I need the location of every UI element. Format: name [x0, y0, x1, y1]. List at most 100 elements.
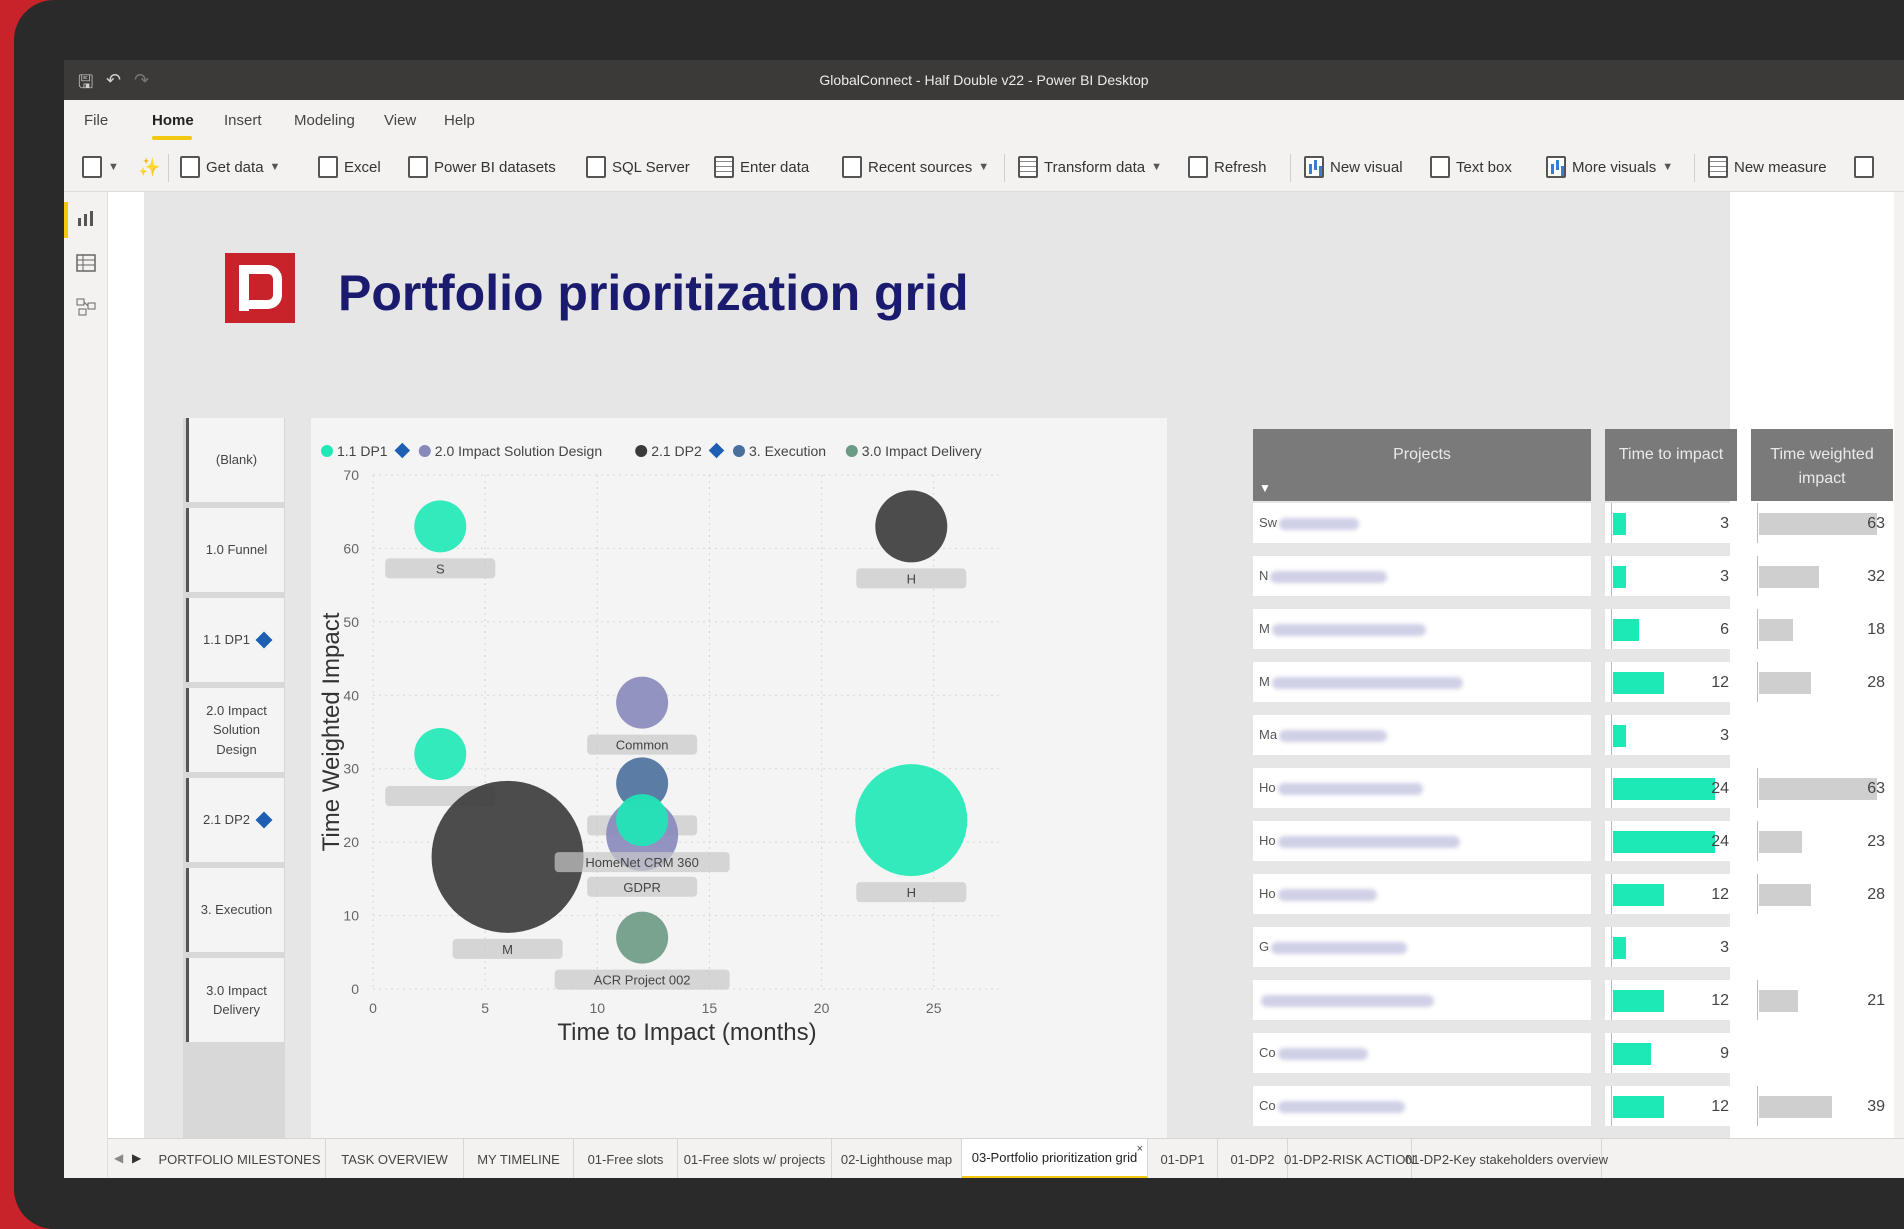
tab-prev-icon[interactable]: ◀ [114, 1151, 123, 1165]
project-cell[interactable]: Ma [1253, 715, 1591, 755]
more-visuals-button[interactable]: More visuals ▼ [1546, 155, 1673, 179]
model-view-icon[interactable] [76, 298, 96, 316]
slicer-item-dp2[interactable]: 2.1 DP2 [186, 778, 284, 862]
filters-pane-edge[interactable] [1894, 192, 1904, 1138]
time-weighted-impact-cell[interactable]: 63 [1751, 768, 1893, 808]
time-weighted-impact-cell[interactable]: 39 [1751, 1086, 1893, 1126]
time-weighted-impact-value: 39 [1867, 1098, 1885, 1115]
menu-file[interactable]: File [84, 112, 108, 129]
time-weighted-impact-cell[interactable]: 28 [1751, 662, 1893, 702]
time-weighted-impact-cell[interactable] [1751, 1033, 1893, 1073]
menu-insert[interactable]: Insert [224, 112, 262, 129]
time-to-impact-cell[interactable]: 24 [1605, 768, 1737, 808]
time-to-impact-cell[interactable]: 3 [1605, 715, 1737, 755]
project-cell[interactable]: N [1253, 556, 1591, 596]
page-tab[interactable]: 01-Free slots [574, 1139, 678, 1178]
slicer-item-blank[interactable]: (Blank) [186, 418, 284, 502]
get-data-button[interactable]: Get data ▼ [180, 155, 280, 179]
report-view-icon[interactable] [76, 210, 96, 228]
project-cell[interactable]: M [1253, 609, 1591, 649]
data-view-icon[interactable] [76, 254, 96, 272]
project-cell[interactable]: Co [1253, 1033, 1591, 1073]
time-weighted-impact-cell[interactable]: 32 [1751, 556, 1893, 596]
bubble-marker[interactable] [616, 911, 669, 964]
slicer-item-impact-delivery[interactable]: 3.0 Impact Delivery [186, 958, 284, 1042]
time-to-impact-cell[interactable]: 12 [1605, 662, 1737, 702]
time-to-impact-cell[interactable]: 3 [1605, 556, 1737, 596]
column-header-projects[interactable]: Projects ▼ [1253, 429, 1591, 501]
page-tab[interactable]: 03-Portfolio prioritization grid × [962, 1139, 1148, 1178]
menu-modeling[interactable]: Modeling [294, 112, 355, 129]
time-to-impact-cell[interactable]: 9 [1605, 1033, 1737, 1073]
project-cell[interactable]: Ho [1253, 768, 1591, 808]
bubble-marker[interactable] [414, 500, 467, 553]
project-cell[interactable]: M [1253, 662, 1591, 702]
transform-data-button[interactable]: Transform data ▼ [1018, 155, 1162, 179]
time-to-impact-cell[interactable]: 3 [1605, 927, 1737, 967]
power-bi-datasets-button[interactable]: Power BI datasets [408, 155, 556, 179]
time-weighted-impact-cell[interactable]: 18 [1751, 609, 1893, 649]
sql-server-button[interactable]: SQL Server [586, 155, 690, 179]
bubble-marker[interactable] [875, 490, 948, 563]
time-to-impact-cell[interactable]: 12 [1605, 1086, 1737, 1126]
time-weighted-impact-cell[interactable]: 23 [1751, 821, 1893, 861]
new-measure-button[interactable]: New measure [1708, 155, 1827, 179]
bubble-marker[interactable] [855, 764, 968, 877]
project-cell[interactable]: Co [1253, 1086, 1591, 1126]
diamond-icon [255, 631, 273, 649]
quick-measure-button[interactable] [1854, 155, 1874, 179]
sort-desc-icon[interactable]: ▼ [1259, 479, 1271, 497]
page-tab[interactable]: TASK OVERVIEW [326, 1139, 464, 1178]
redacted-text [1277, 835, 1460, 848]
time-to-impact-cell[interactable]: 12 [1605, 980, 1737, 1020]
recent-sources-button[interactable]: Recent sources ▼ [842, 155, 989, 179]
time-weighted-impact-cell[interactable] [1751, 715, 1893, 755]
bar-axis [1611, 1086, 1612, 1126]
bubble-marker[interactable] [414, 728, 467, 781]
page-tab[interactable]: 02-Lighthouse map [832, 1139, 962, 1178]
menu-view[interactable]: View [384, 112, 416, 129]
bubble-marker[interactable] [616, 676, 669, 729]
bubble-marker[interactable] [616, 794, 669, 847]
format-painter-button[interactable]: ✨ [138, 155, 160, 179]
page-tab[interactable]: 01-DP2-Key stakeholders overview [1405, 1139, 1608, 1178]
column-header-time-to-impact[interactable]: Time to impact [1605, 429, 1737, 501]
bubble-label: GDPR [623, 880, 661, 895]
time-weighted-impact-cell[interactable] [1751, 927, 1893, 967]
project-cell[interactable]: Sw [1253, 503, 1591, 543]
project-cell[interactable]: G [1253, 927, 1591, 967]
text-box-button[interactable]: Text box [1430, 155, 1512, 179]
prioritization-scatter-chart[interactable]: 1.1 DP1 2.0 Impact Solution Design 2.1 DP2… [311, 418, 1167, 1170]
page-tab[interactable]: 01-DP1 [1148, 1139, 1218, 1178]
page-tab[interactable]: PORTFOLIO MILESTONES [154, 1139, 326, 1178]
project-cell[interactable]: Ho [1253, 874, 1591, 914]
page-tab-label: PORTFOLIO MILESTONES [158, 1151, 321, 1167]
page-tab[interactable]: MY TIMELINE [464, 1139, 574, 1178]
refresh-button[interactable]: Refresh [1188, 155, 1267, 179]
time-to-impact-cell[interactable]: 3 [1605, 503, 1737, 543]
close-tab-icon[interactable]: × [1137, 1143, 1143, 1155]
project-cell[interactable]: Ho [1253, 821, 1591, 861]
column-header-time-weighted-impact[interactable]: Time weighted impact [1751, 429, 1893, 501]
slicer-item-execution[interactable]: 3. Execution [186, 868, 284, 952]
enter-data-button[interactable]: Enter data [714, 155, 809, 179]
tab-next-icon[interactable]: ▶ [132, 1151, 141, 1165]
time-to-impact-cell[interactable]: 24 [1605, 821, 1737, 861]
project-cell[interactable] [1253, 980, 1591, 1020]
menu-home[interactable]: Home [152, 112, 194, 129]
time-weighted-impact-cell[interactable]: 28 [1751, 874, 1893, 914]
page-tab[interactable]: 01-Free slots w/ projects [678, 1139, 832, 1178]
time-weighted-impact-cell[interactable]: 63 [1751, 503, 1893, 543]
time-to-impact-cell[interactable]: 6 [1605, 609, 1737, 649]
page-tab[interactable]: 01-DP2-RISK ACTION [1284, 1139, 1415, 1178]
slicer-item-impact-solution-design[interactable]: 2.0 Impact Solution Design [186, 688, 284, 772]
time-to-impact-cell[interactable]: 12 [1605, 874, 1737, 914]
excel-button[interactable]: Excel [318, 155, 381, 179]
menu-help[interactable]: Help [444, 112, 475, 129]
slicer-item-dp1[interactable]: 1.1 DP1 [186, 598, 284, 682]
new-visual-button[interactable]: New visual [1304, 155, 1403, 179]
time-weighted-impact-cell[interactable]: 21 [1751, 980, 1893, 1020]
slicer-item-funnel[interactable]: 1.0 Funnel [186, 508, 284, 592]
paste-button[interactable]: ▼ [82, 155, 119, 179]
page-tab[interactable]: 01-DP2 [1218, 1139, 1288, 1178]
